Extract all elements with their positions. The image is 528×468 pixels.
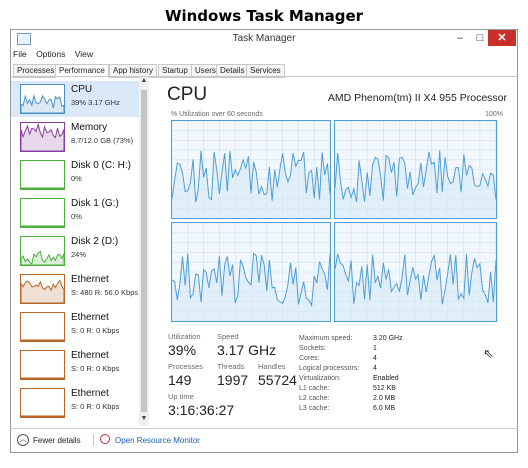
utilization-graph-label: % Utilization over 60 seconds bbox=[171, 111, 263, 118]
cpu-heading: CPU bbox=[167, 84, 208, 105]
chevron-up-icon[interactable]: ︿ bbox=[17, 434, 29, 446]
utilization-graph-max: 100% bbox=[485, 111, 503, 118]
spec-label: L1 cache: bbox=[299, 385, 330, 392]
spec-value: 3.20 GHz bbox=[373, 335, 403, 342]
sidebar-item-name: Disk 2 (D:) bbox=[71, 236, 119, 247]
spec-value: 6.0 MB bbox=[373, 405, 396, 412]
title-bar[interactable]: Task Manager – □ ✕ bbox=[11, 30, 517, 48]
cpu-core-graph-4 bbox=[334, 222, 497, 322]
sidebar-item[interactable]: Ethernet S: 0 R: 0 Kbps bbox=[11, 347, 145, 383]
sidebar-item-detail: S: 0 R: 0 Kbps bbox=[71, 364, 120, 373]
sidebar-item[interactable]: CPU 39% 3.17 GHz bbox=[11, 81, 145, 117]
sidebar-item-detail: S: 0 R: 0 Kbps bbox=[71, 326, 120, 335]
sidebar-item-detail: 24% bbox=[71, 250, 87, 259]
spec-label: Logical processors: bbox=[299, 365, 360, 372]
sidebar-item[interactable]: Memory 8.7/12.0 GB (73%) bbox=[11, 119, 145, 155]
sidebar-scrollbar[interactable]: ▲ ▼ bbox=[139, 77, 149, 426]
footer-divider bbox=[93, 434, 94, 446]
sidebar-item-name: Disk 1 (G:) bbox=[71, 198, 119, 209]
window-title: Task Manager bbox=[232, 33, 296, 44]
threads-label: Threads bbox=[217, 362, 245, 371]
resource-sidebar: Ethernet S: 0 R: 0 Kbps Ethernet S: 0 R: 0 … bbox=[11, 77, 149, 426]
sparkline-thumbnail bbox=[20, 236, 65, 266]
maximize-button[interactable]: □ bbox=[471, 30, 489, 46]
handles-label: Handles bbox=[258, 362, 286, 371]
sidebar-item-name: Memory bbox=[71, 122, 108, 133]
scroll-down-icon[interactable]: ▼ bbox=[139, 415, 149, 422]
sidebar-item-name: Ethernet bbox=[71, 274, 109, 285]
resource-monitor-icon bbox=[100, 434, 110, 444]
processes-label: Processes bbox=[168, 362, 204, 371]
spec-value: 1 bbox=[373, 345, 377, 352]
spec-value: 4 bbox=[373, 355, 377, 362]
cpu-core-graph-3 bbox=[171, 222, 331, 322]
spec-value: 4 bbox=[373, 365, 377, 372]
menu-options[interactable]: Options bbox=[36, 49, 65, 59]
cpu-detail-panel: CPU AMD Phenom(tm) II X4 955 Processor %… bbox=[151, 77, 517, 426]
sidebar-item-detail: S: 480 R: 56.0 Kbps bbox=[71, 288, 139, 297]
spec-value: 2.0 MB bbox=[373, 395, 396, 402]
fewer-details-link[interactable]: Fewer details bbox=[33, 436, 81, 445]
footer-bar: ︿ Fewer details Open Resource Monitor bbox=[11, 428, 517, 453]
sidebar-item-detail: 0% bbox=[71, 174, 82, 183]
sidebar-item-detail: S: 0 R: 0 Kbps bbox=[71, 402, 120, 411]
utilization-label: Utilization bbox=[168, 332, 201, 341]
sidebar-item[interactable]: Disk 0 (C: H:) 0% bbox=[11, 157, 145, 193]
sidebar-item-name: CPU bbox=[71, 84, 93, 95]
uptime-label: Up time bbox=[168, 392, 194, 401]
open-resource-monitor-link[interactable]: Open Resource Monitor bbox=[115, 436, 200, 445]
sparkline-thumbnail bbox=[20, 274, 65, 304]
sidebar-item[interactable]: Ethernet S: 0 R: 0 Kbps bbox=[11, 385, 145, 421]
sidebar-item-detail: 39% 3.17 GHz bbox=[71, 98, 120, 107]
menu-view[interactable]: View bbox=[75, 49, 93, 59]
sidebar-item[interactable]: Disk 2 (D:) 24% bbox=[11, 233, 145, 269]
sidebar-item[interactable]: Ethernet S: 480 R: 56.0 Kbps bbox=[11, 271, 145, 307]
speed-label: Speed bbox=[217, 332, 239, 341]
sparkline-thumbnail bbox=[20, 312, 65, 342]
sparkline-thumbnail bbox=[20, 84, 65, 114]
sidebar-item-detail: 8.7/12.0 GB (73%) bbox=[71, 136, 134, 145]
close-button[interactable]: ✕ bbox=[488, 30, 516, 46]
mouse-cursor-icon: ⇖ bbox=[483, 346, 494, 361]
spec-value: 512 KB bbox=[373, 385, 396, 392]
menu-bar: File Options View bbox=[13, 49, 100, 61]
speed-value: 3.17 GHz bbox=[217, 342, 277, 358]
processes-value: 149 bbox=[168, 372, 192, 388]
scroll-up-icon[interactable]: ▲ bbox=[139, 77, 149, 84]
utilization-value: 39% bbox=[168, 342, 197, 358]
sidebar-item-name: Ethernet bbox=[71, 388, 109, 399]
spec-label: L2 cache: bbox=[299, 395, 330, 402]
handles-value: 55724 bbox=[258, 372, 297, 388]
sidebar-item[interactable]: Disk 1 (G:) 0% bbox=[11, 195, 145, 231]
sidebar-item-name: Disk 0 (C: H:) bbox=[71, 160, 131, 171]
sidebar-item-name: Ethernet bbox=[71, 350, 109, 361]
sparkline-thumbnail bbox=[20, 388, 65, 418]
sparkline-thumbnail bbox=[20, 122, 65, 152]
image-caption: Windows Task Manager bbox=[164, 7, 364, 25]
spec-value: Enabled bbox=[373, 375, 399, 382]
cpu-model: AMD Phenom(tm) II X4 955 Processor bbox=[327, 92, 507, 104]
sparkline-thumbnail bbox=[20, 160, 65, 190]
task-manager-window: Task Manager – □ ✕ File Options View Pro… bbox=[10, 29, 518, 453]
spec-label: Sockets: bbox=[299, 345, 326, 352]
spec-label: L3 cache: bbox=[299, 405, 330, 412]
spec-label: Cores: bbox=[299, 355, 320, 362]
menu-file[interactable]: File bbox=[13, 49, 27, 59]
sidebar-item-detail: 0% bbox=[71, 212, 82, 221]
sidebar-item[interactable]: Ethernet S: 0 R: 0 Kbps bbox=[11, 309, 145, 345]
sidebar-item[interactable]: EthernetS: 0 R: 0 Kbps bbox=[11, 423, 145, 426]
cpu-core-graph-2 bbox=[334, 120, 497, 219]
sparkline-thumbnail bbox=[20, 350, 65, 380]
cpu-core-graph-1 bbox=[171, 120, 331, 219]
scroll-thumb[interactable] bbox=[141, 90, 147, 412]
minimize-button[interactable]: – bbox=[451, 30, 469, 46]
spec-label: Virtualization: bbox=[299, 375, 341, 382]
uptime-value: 3:16:36:27 bbox=[168, 402, 235, 418]
sparkline-thumbnail bbox=[20, 198, 65, 228]
spec-label: Maximum speed: bbox=[299, 335, 353, 342]
threads-value: 1997 bbox=[217, 372, 249, 388]
sidebar-item-name: Ethernet bbox=[71, 312, 109, 323]
